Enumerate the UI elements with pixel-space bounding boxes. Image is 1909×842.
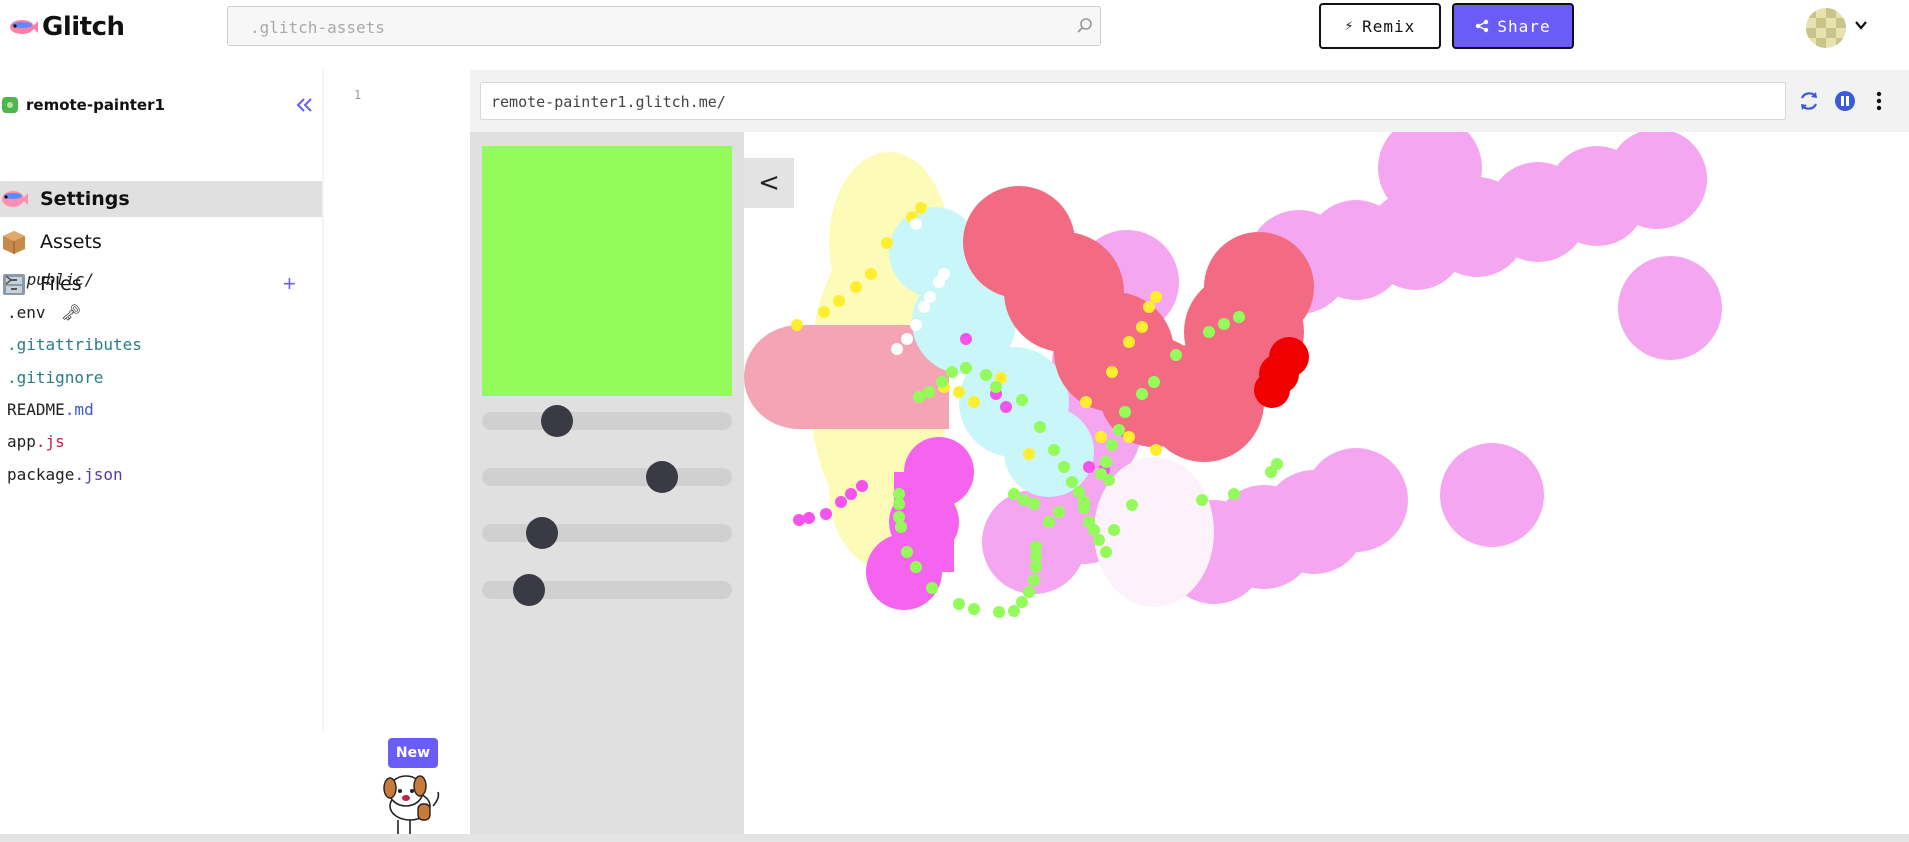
file-label: .gitignore xyxy=(7,368,104,387)
remix-label: Remix xyxy=(1362,16,1416,36)
lightning-icon: ⚡ xyxy=(1344,18,1355,34)
file-ext: .js xyxy=(35,432,65,451)
sidebar-item-label: Assets xyxy=(40,231,102,253)
slider-4[interactable] xyxy=(482,574,732,606)
editor-divider xyxy=(322,70,324,730)
slider-1[interactable] xyxy=(482,405,732,437)
add-file-button[interactable]: + xyxy=(283,273,296,295)
canvas-drawing xyxy=(744,132,1722,618)
search-box[interactable] xyxy=(227,6,1101,47)
remix-button[interactable]: ⚡ Remix xyxy=(1319,3,1441,49)
collapse-sidebar-icon[interactable] xyxy=(293,94,315,116)
line-number: 1 xyxy=(354,88,362,102)
more-options-icon[interactable] xyxy=(1868,88,1890,114)
toggle-panel-button[interactable]: < xyxy=(744,158,794,208)
chevron-right-icon xyxy=(5,275,13,285)
file-base: README xyxy=(7,400,65,419)
code-editor[interactable]: 1 xyxy=(322,70,470,834)
file-ext: .json xyxy=(74,465,123,484)
logo-text: Glitch xyxy=(42,12,125,42)
slider-3[interactable] xyxy=(482,517,732,549)
glitch-logo[interactable]: Glitch xyxy=(8,12,125,42)
file-base: package xyxy=(7,465,75,484)
slider-2[interactable] xyxy=(482,461,732,493)
user-avatar[interactable] xyxy=(1806,8,1846,48)
avatar-pattern-icon xyxy=(1806,8,1846,48)
file-app-js[interactable]: app.js xyxy=(7,431,65,453)
preview-url-bar[interactable] xyxy=(480,82,1786,121)
painter-controls-panel xyxy=(470,132,744,834)
fish-logo-icon xyxy=(10,20,38,34)
sidebar-footer xyxy=(0,730,322,835)
painting-canvas[interactable]: < xyxy=(744,132,1909,834)
sidebar-item-label: Settings xyxy=(40,188,130,210)
fish-emoji-icon xyxy=(2,191,28,207)
slider-thumb[interactable] xyxy=(526,517,558,549)
folder-label: public/ xyxy=(26,270,95,289)
file-label: .env xyxy=(7,303,46,322)
file-base: app xyxy=(7,432,36,451)
search-icon[interactable] xyxy=(1076,17,1094,35)
sidebar: remote-painter1 Settings Assets Files + … xyxy=(0,70,322,730)
file-ext: .md xyxy=(64,400,94,419)
box-icon xyxy=(3,231,25,254)
share-icon xyxy=(1476,19,1489,33)
file-readme[interactable]: README.md xyxy=(7,399,94,421)
share-label: Share xyxy=(1497,16,1551,36)
bottom-status-strip xyxy=(0,834,1909,842)
sidebar-item-assets[interactable]: Assets xyxy=(0,224,322,260)
color-swatch[interactable] xyxy=(482,146,732,396)
search-input[interactable] xyxy=(248,7,1072,47)
chevron-down-icon[interactable] xyxy=(1854,18,1868,32)
file-package-json[interactable]: package.json xyxy=(7,464,123,486)
refresh-icon[interactable] xyxy=(1796,88,1822,114)
slider-thumb[interactable] xyxy=(646,461,678,493)
file-env[interactable]: .env 🗝 xyxy=(7,302,81,324)
file-gitignore[interactable]: .gitignore xyxy=(7,367,103,389)
project-avatar-icon xyxy=(2,97,18,113)
app-preview: < xyxy=(470,70,1909,834)
pause-icon[interactable] xyxy=(1832,88,1858,114)
preview-url-input[interactable] xyxy=(489,83,1773,121)
slider-thumb[interactable] xyxy=(513,574,545,606)
key-icon: 🗝 xyxy=(61,303,82,322)
slider-thumb[interactable] xyxy=(541,405,573,437)
project-name[interactable]: remote-painter1 xyxy=(26,96,165,114)
new-badge[interactable]: New xyxy=(388,738,438,768)
file-gitattributes[interactable]: .gitattributes xyxy=(7,334,142,356)
project-header[interactable]: remote-painter1 xyxy=(0,90,322,120)
sidebar-item-settings[interactable]: Settings xyxy=(0,181,322,217)
top-header: Glitch ⚡ Remix Share xyxy=(0,0,1909,70)
file-label: .gitattributes xyxy=(7,335,142,354)
share-button[interactable]: Share xyxy=(1452,3,1574,49)
folder-public[interactable]: public/ xyxy=(4,269,94,291)
